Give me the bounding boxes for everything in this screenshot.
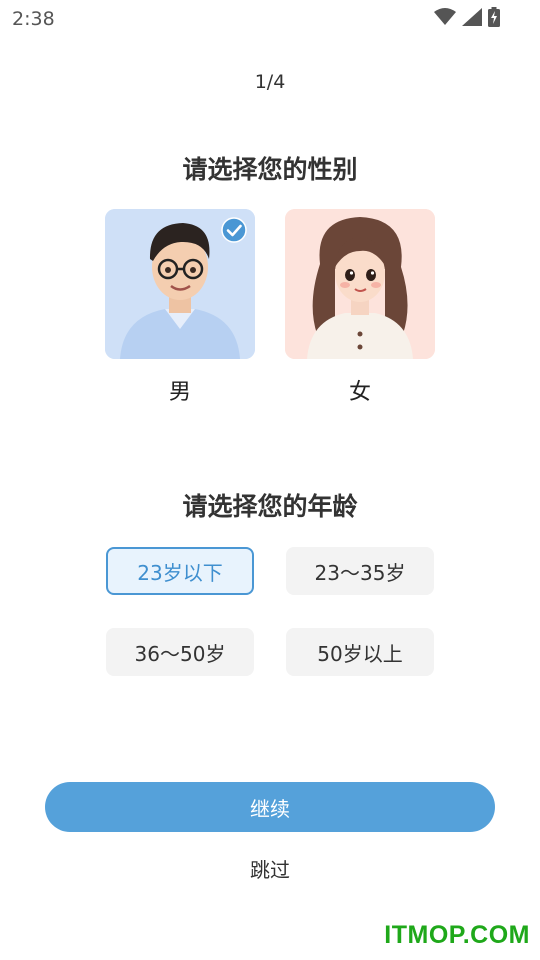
gender-option-female[interactable] [285, 209, 435, 359]
signal-icon [462, 8, 482, 26]
female-avatar-image [285, 209, 435, 359]
selected-check-icon [221, 217, 247, 243]
battery-icon [488, 7, 500, 27]
step-indicator: 1/4 [254, 71, 286, 93]
skip-link[interactable]: 跳过 [0, 854, 540, 883]
status-bar: 2:38 [0, 0, 540, 36]
age-option-36-50[interactable]: 36～50岁 [106, 628, 254, 676]
status-time: 2:38 [12, 8, 55, 30]
age-option-under-23[interactable]: 23岁以下 [106, 547, 254, 595]
gender-label-male: 男 [168, 380, 191, 405]
gender-label-female: 女 [348, 380, 371, 405]
wifi-icon [434, 8, 456, 25]
age-option-23-35[interactable]: 23～35岁 [286, 547, 434, 595]
system-icons [434, 7, 500, 27]
gender-option-male[interactable] [105, 209, 255, 359]
gender-title: 请选择您的性别 [182, 155, 358, 184]
age-title: 请选择您的年龄 [182, 492, 358, 521]
continue-button[interactable]: 继续 [45, 782, 495, 832]
age-option-over-50[interactable]: 50岁以上 [286, 628, 434, 676]
watermark: ITMOP.COM [384, 921, 530, 949]
